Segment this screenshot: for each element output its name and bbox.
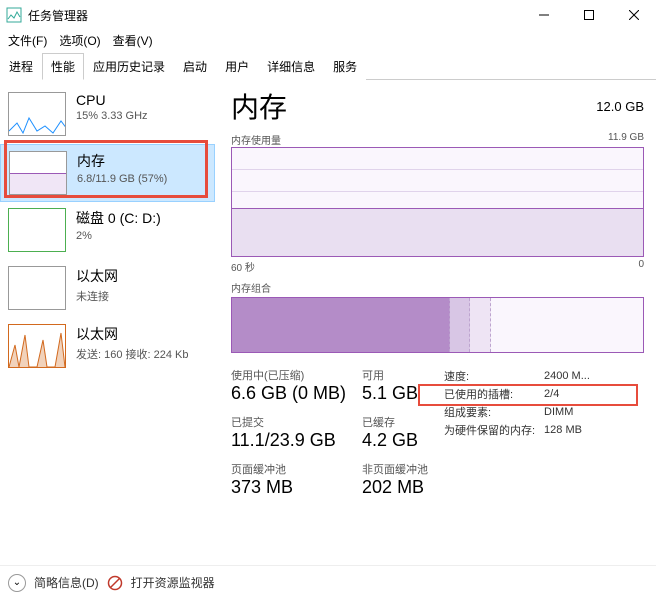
info-speed-value: 2400 M... xyxy=(544,370,590,382)
chart-max: 11.9 GB xyxy=(608,132,644,147)
stat-paged-value: 373 MB xyxy=(231,477,346,498)
memory-info-table: 速度: 2400 M... 已使用的插槽: 2/4 组成要素: DIMM 为硬件… xyxy=(444,367,590,498)
chart-axis-left: 60 秒 xyxy=(231,259,255,274)
sidebar-item-sublabel: 15% 3.33 GHz xyxy=(76,110,148,122)
memory-total: 12.0 GB xyxy=(596,99,644,114)
resource-monitor-icon xyxy=(107,575,123,591)
stat-in-use-label: 使用中(已压缩) xyxy=(231,367,346,383)
info-form-value: DIMM xyxy=(544,406,573,418)
composition-in-use xyxy=(232,298,450,352)
memory-sparkline xyxy=(9,151,67,195)
fewer-details-link[interactable]: 简略信息(D) xyxy=(34,574,99,591)
sidebar-item-label: 内存 xyxy=(77,151,167,171)
info-reserved-value: 128 MB xyxy=(544,424,582,436)
info-slots-label: 已使用的插槽: xyxy=(444,386,544,402)
stat-committed-value: 11.1/23.9 GB xyxy=(231,430,346,451)
menu-view[interactable]: 查看(V) xyxy=(107,30,159,51)
main-panel: 内存 12.0 GB 内存使用量 11.9 GB 60 秒 0 内存组合 使用中… xyxy=(215,80,656,578)
composition-free xyxy=(491,298,643,352)
menubar: 文件(F) 选项(O) 查看(V) xyxy=(0,30,656,50)
stat-nonpaged-label: 非页面缓冲池 xyxy=(362,461,428,477)
memory-usage-chart[interactable] xyxy=(231,147,644,257)
minimize-button[interactable] xyxy=(521,0,566,30)
stat-cached-value: 4.2 GB xyxy=(362,430,428,451)
sidebar-item-label: 以太网 xyxy=(76,266,118,286)
sidebar-item-memory[interactable]: 内存 6.8/11.9 GB (57%) xyxy=(0,144,215,202)
tab-details[interactable]: 详细信息 xyxy=(258,53,324,80)
info-form-label: 组成要素: xyxy=(444,404,544,420)
menu-options[interactable]: 选项(O) xyxy=(53,30,106,51)
stat-in-use-value: 6.6 GB (0 MB) xyxy=(231,383,346,404)
stat-cached-label: 已缓存 xyxy=(362,414,428,430)
titlebar: 任务管理器 xyxy=(0,0,656,30)
sidebar-item-sublabel: 发送: 160 接收: 224 Kb xyxy=(76,346,189,362)
menu-file[interactable]: 文件(F) xyxy=(2,30,53,51)
tab-startup[interactable]: 启动 xyxy=(174,53,216,80)
sidebar-item-cpu[interactable]: CPU 15% 3.33 GHz xyxy=(0,86,215,144)
sidebar-item-sublabel: 2% xyxy=(76,230,161,242)
cpu-sparkline xyxy=(8,92,66,136)
ethernet-sparkline xyxy=(8,266,66,310)
sidebar: CPU 15% 3.33 GHz 内存 6.8/11.9 GB (57%) 磁盘… xyxy=(0,80,215,578)
memory-composition-chart[interactable] xyxy=(231,297,644,353)
info-reserved-label: 为硬件保留的内存: xyxy=(444,422,544,438)
chevron-down-icon[interactable]: ⌄ xyxy=(8,574,26,592)
ethernet-sparkline xyxy=(8,324,66,368)
body: CPU 15% 3.33 GHz 内存 6.8/11.9 GB (57%) 磁盘… xyxy=(0,80,656,578)
window-title: 任务管理器 xyxy=(28,7,521,24)
stats-grid: 使用中(已压缩) 6.6 GB (0 MB) 已提交 11.1/23.9 GB … xyxy=(231,367,644,498)
app-icon xyxy=(6,7,22,23)
disk-sparkline xyxy=(8,208,66,252)
page-title: 内存 xyxy=(231,86,287,126)
chart-label: 内存使用量 xyxy=(231,132,281,147)
composition-standby xyxy=(470,298,491,352)
sidebar-item-label: CPU xyxy=(76,92,148,108)
sidebar-item-label: 以太网 xyxy=(76,324,189,344)
sidebar-item-sublabel: 未连接 xyxy=(76,288,118,304)
sidebar-item-sublabel: 6.8/11.9 GB (57%) xyxy=(77,173,167,185)
tab-users[interactable]: 用户 xyxy=(216,53,258,80)
maximize-button[interactable] xyxy=(566,0,611,30)
stat-committed-label: 已提交 xyxy=(231,414,346,430)
composition-modified xyxy=(450,298,471,352)
sidebar-item-disk[interactable]: 磁盘 0 (C: D:) 2% xyxy=(0,202,215,260)
info-slots-value: 2/4 xyxy=(544,388,559,400)
open-resource-monitor-link[interactable]: 打开资源监视器 xyxy=(131,574,215,591)
tabs: 进程 性能 应用历史记录 启动 用户 详细信息 服务 xyxy=(0,52,656,80)
info-speed-label: 速度: xyxy=(444,368,544,384)
tab-performance[interactable]: 性能 xyxy=(42,53,84,80)
sidebar-item-label: 磁盘 0 (C: D:) xyxy=(76,208,161,228)
tab-app-history[interactable]: 应用历史记录 xyxy=(84,53,174,80)
chart-axis-right: 0 xyxy=(638,259,644,274)
tab-services[interactable]: 服务 xyxy=(324,53,366,80)
bottom-bar: ⌄ 简略信息(D) 打开资源监视器 xyxy=(0,565,656,599)
stat-available-value: 5.1 GB xyxy=(362,383,428,404)
sidebar-item-ethernet-1[interactable]: 以太网 未连接 xyxy=(0,260,215,318)
close-button[interactable] xyxy=(611,0,656,30)
sidebar-item-ethernet-2[interactable]: 以太网 发送: 160 接收: 224 Kb xyxy=(0,318,215,376)
tab-processes[interactable]: 进程 xyxy=(0,53,42,80)
stat-available-label: 可用 xyxy=(362,367,428,383)
composition-label: 内存组合 xyxy=(231,280,644,295)
stat-paged-label: 页面缓冲池 xyxy=(231,461,346,477)
stat-nonpaged-value: 202 MB xyxy=(362,477,428,498)
